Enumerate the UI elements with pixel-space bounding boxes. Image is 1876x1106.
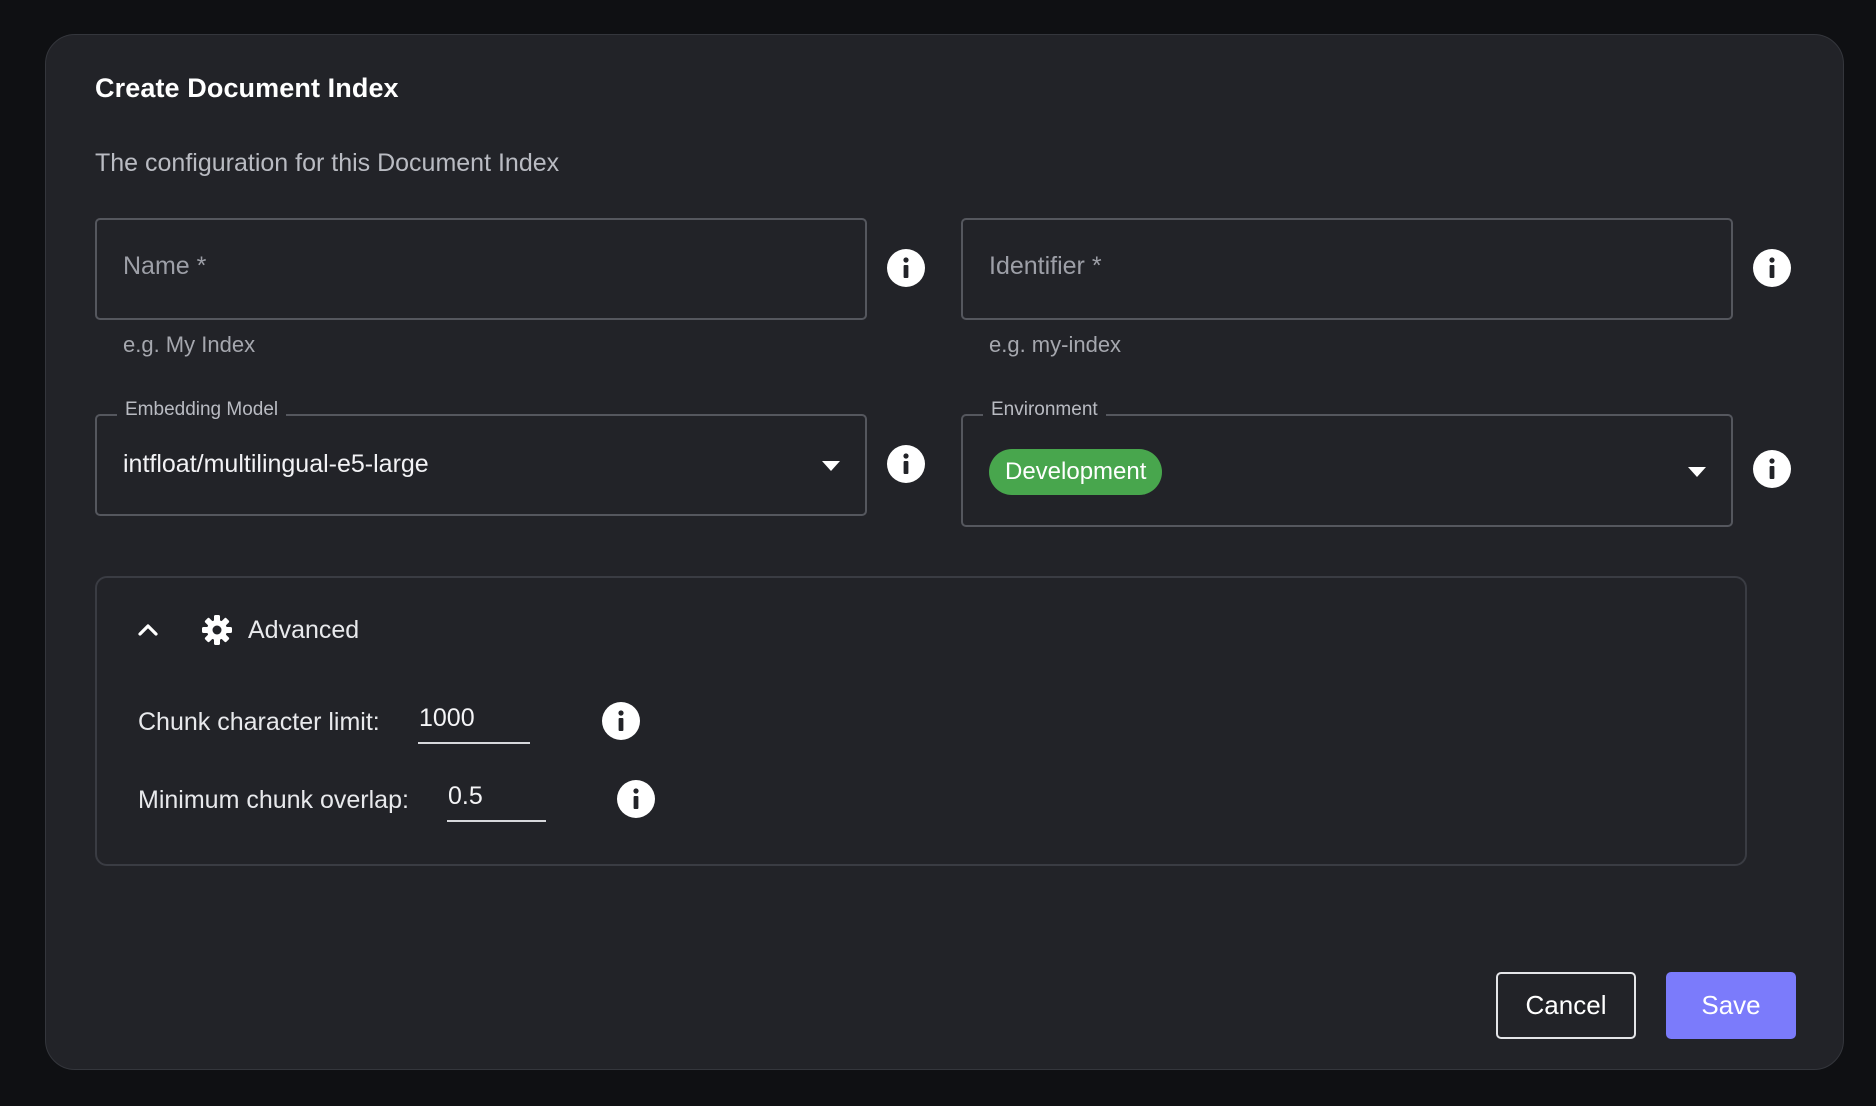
environment-select[interactable]: Environment Development bbox=[961, 399, 1733, 527]
gear-icon bbox=[202, 615, 232, 645]
chunk-overlap-label: Minimum chunk overlap: bbox=[138, 786, 409, 814]
dialog-subtitle: The configuration for this Document Inde… bbox=[95, 149, 560, 177]
name-helper-text: e.g. My Index bbox=[123, 332, 256, 357]
chunk-overlap-info-icon[interactable] bbox=[617, 780, 655, 818]
caret-down-icon bbox=[1688, 467, 1706, 477]
environment-label: Environment bbox=[983, 399, 1106, 421]
embedding-model-select[interactable]: Embedding Model intfloat/multilingual-e5… bbox=[95, 399, 867, 516]
embedding-model-label: Embedding Model bbox=[117, 399, 287, 421]
identifier-helper-text: e.g. my-index bbox=[989, 332, 1122, 357]
environment-chip: Development bbox=[989, 449, 1163, 495]
embedding-model-value: intfloat/multilingual-e5-large bbox=[123, 450, 429, 478]
identifier-field[interactable]: Identifier * bbox=[961, 218, 1733, 320]
embedding-model-info-icon[interactable] bbox=[887, 445, 925, 483]
chunk-limit-label: Chunk character limit: bbox=[138, 708, 380, 736]
create-index-dialog: Create Document Index The configuration … bbox=[45, 34, 1844, 1070]
chunk-limit-input[interactable]: 1000 bbox=[418, 700, 530, 744]
identifier-field-label: Identifier * bbox=[989, 252, 1102, 280]
cancel-button[interactable]: Cancel bbox=[1496, 972, 1636, 1039]
name-field-label: Name * bbox=[123, 252, 207, 280]
save-button[interactable]: Save bbox=[1666, 972, 1796, 1039]
advanced-label[interactable]: Advanced bbox=[248, 616, 359, 645]
dialog-title: Create Document Index bbox=[95, 73, 399, 103]
chevron-up-icon[interactable] bbox=[137, 621, 159, 637]
identifier-info-icon[interactable] bbox=[1753, 249, 1791, 287]
name-info-icon[interactable] bbox=[887, 249, 925, 287]
environment-info-icon[interactable] bbox=[1753, 450, 1791, 488]
caret-down-icon bbox=[822, 461, 840, 471]
advanced-section: Advanced Chunk character limit: 1000 Min… bbox=[95, 576, 1747, 866]
chunk-overlap-input[interactable]: 0.5 bbox=[447, 778, 546, 822]
name-field[interactable]: Name * bbox=[95, 218, 867, 320]
chunk-limit-info-icon[interactable] bbox=[602, 702, 640, 740]
